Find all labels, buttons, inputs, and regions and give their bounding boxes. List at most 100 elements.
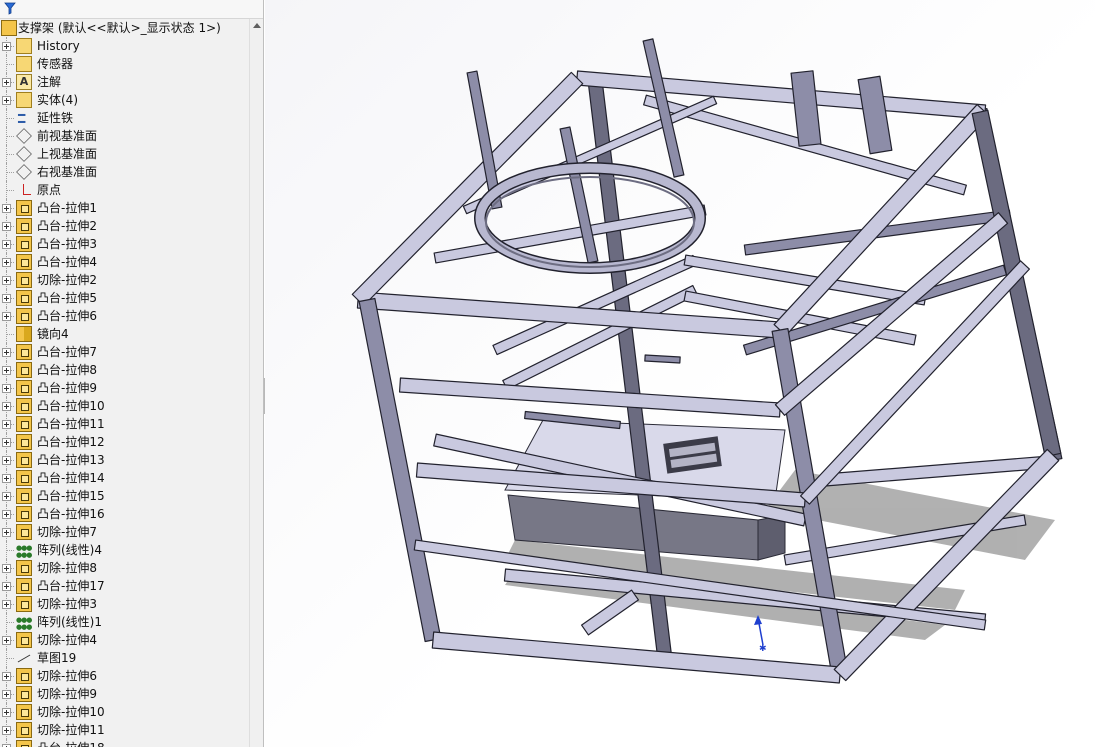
- tree-item[interactable]: 前视基准面: [0, 127, 249, 145]
- scroll-up-arrow-icon[interactable]: [253, 23, 261, 28]
- tree-item[interactable]: 凸台-拉伸10: [0, 397, 249, 415]
- tree-item[interactable]: 切除-拉伸3: [0, 595, 249, 613]
- tree-item-label: 切除-拉伸6: [37, 669, 97, 683]
- expand-plus-icon[interactable]: [2, 294, 11, 303]
- tree-item[interactable]: 凸台-拉伸3: [0, 235, 249, 253]
- tree-item-label: 凸台-拉伸8: [37, 363, 97, 377]
- tree-item[interactable]: 凸台-拉伸17: [0, 577, 249, 595]
- tree-item[interactable]: 凸台-拉伸7: [0, 343, 249, 361]
- expand-plus-icon[interactable]: [2, 726, 11, 735]
- tree-item[interactable]: 凸台-拉伸5: [0, 289, 249, 307]
- filter-icon[interactable]: [4, 2, 16, 15]
- expand-plus-icon[interactable]: [2, 348, 11, 357]
- tree-item[interactable]: 切除-拉伸10: [0, 703, 249, 721]
- expand-plus-icon[interactable]: [2, 492, 11, 501]
- tree-item[interactable]: 切除-拉伸6: [0, 667, 249, 685]
- tree-root-item[interactable]: 支撑架 (默认<<默认>_显示状态 1>): [0, 19, 249, 37]
- origin-icon: [16, 182, 32, 198]
- expand-plus-icon[interactable]: [2, 708, 11, 717]
- frame-tube: [398, 377, 782, 418]
- tree-item[interactable]: History: [0, 37, 249, 55]
- tree-item[interactable]: 阵列(线性)4: [0, 539, 249, 564]
- expand-plus-icon[interactable]: [2, 384, 11, 393]
- tree-item[interactable]: 切除-拉伸2: [0, 271, 249, 289]
- tree-item[interactable]: 凸台-拉伸4: [0, 253, 249, 271]
- expand-plus-icon[interactable]: [2, 636, 11, 645]
- tree-item[interactable]: A 注解: [0, 73, 249, 91]
- expand-plus-icon[interactable]: [2, 690, 11, 699]
- expand-plus-icon[interactable]: [2, 258, 11, 267]
- expand-plus-icon[interactable]: [2, 672, 11, 681]
- tree-item[interactable]: 凸台-拉伸16: [0, 505, 249, 523]
- expand-plus-icon[interactable]: [2, 528, 11, 537]
- expand-plus-icon[interactable]: [2, 474, 11, 483]
- tree-item[interactable]: 草图19: [0, 649, 249, 667]
- tree-item-label: 凸台-拉伸3: [37, 237, 97, 251]
- boss-extrude-icon: [16, 218, 32, 234]
- tree-item[interactable]: 阵列(线性)1: [0, 611, 249, 636]
- boss-extrude-icon: [16, 254, 32, 270]
- boss-extrude-icon: [16, 200, 32, 216]
- tree-item[interactable]: 切除-拉伸9: [0, 685, 249, 703]
- tree-item[interactable]: 凸台-拉伸1: [0, 199, 249, 217]
- tree-item[interactable]: 延性铁: [0, 106, 249, 131]
- expand-plus-icon[interactable]: [2, 312, 11, 321]
- history-icon: [16, 38, 32, 54]
- tree-item[interactable]: 右视基准面: [0, 163, 249, 181]
- expand-plus-icon[interactable]: [2, 42, 11, 51]
- tree-item-label: 凸台-拉伸1: [37, 201, 97, 215]
- tree-item[interactable]: 凸台-拉伸11: [0, 415, 249, 433]
- tree-item-label: 凸台-拉伸10: [37, 399, 105, 413]
- expand-plus-icon[interactable]: [2, 402, 11, 411]
- cut-extrude-icon: [16, 596, 32, 612]
- tree-item[interactable]: 凸台-拉伸6: [0, 307, 249, 325]
- expand-plus-icon[interactable]: [2, 420, 11, 429]
- tree-item[interactable]: 上视基准面: [0, 145, 249, 163]
- tree-item[interactable]: 传感器: [0, 55, 249, 73]
- tree-connector: [7, 658, 14, 660]
- tree-item[interactable]: 实体(4): [0, 91, 249, 109]
- tree-item[interactable]: 原点: [0, 181, 249, 199]
- expand-plus-icon[interactable]: [2, 438, 11, 447]
- tree-item[interactable]: 切除-拉伸8: [0, 559, 249, 577]
- expand-plus-icon[interactable]: [2, 276, 11, 285]
- expand-plus-icon[interactable]: [2, 456, 11, 465]
- expand-plus-icon[interactable]: [2, 78, 11, 87]
- tree-item[interactable]: 凸台-拉伸14: [0, 469, 249, 487]
- expand-plus-icon[interactable]: [2, 366, 11, 375]
- expand-plus-icon[interactable]: [2, 510, 11, 519]
- tree-item[interactable]: 凸台-拉伸8: [0, 361, 249, 379]
- plane-icon: [16, 164, 32, 180]
- graphics-viewport[interactable]: ✱: [265, 0, 1095, 747]
- tree-item[interactable]: 凸台-拉伸13: [0, 451, 249, 469]
- feature-tree: 支撑架 (默认<<默认>_显示状态 1>) History 传感器 A 注解 实体(4)…: [0, 19, 249, 747]
- tree-item-label: 凸台-拉伸18: [37, 739, 105, 747]
- tree-item[interactable]: 切除-拉伸7: [0, 523, 249, 541]
- tree-root-label: 支撑架 (默认<<默认>_显示状态 1>): [18, 21, 221, 35]
- expand-plus-icon[interactable]: [2, 96, 11, 105]
- expand-plus-icon[interactable]: [2, 222, 11, 231]
- tree-item[interactable]: 凸台-拉伸15: [0, 487, 249, 505]
- tree-item[interactable]: 凸台-拉伸18: [0, 739, 249, 747]
- tree-item[interactable]: 切除-拉伸11: [0, 721, 249, 739]
- cut-extrude-icon: [16, 704, 32, 720]
- tree-item-label: 右视基准面: [37, 165, 98, 179]
- boss-extrude-icon: [16, 398, 32, 414]
- boss-extrude-icon: [16, 740, 32, 747]
- expand-plus-icon[interactable]: [2, 600, 11, 609]
- tree-item[interactable]: 镜向4: [0, 325, 249, 343]
- boss-extrude-icon: [16, 344, 32, 360]
- tree-item[interactable]: 凸台-拉伸2: [0, 217, 249, 235]
- expand-plus-icon[interactable]: [2, 240, 11, 249]
- expand-plus-icon[interactable]: [2, 582, 11, 591]
- cut-extrude-icon: [16, 560, 32, 576]
- support-frame-model[interactable]: ✱: [265, 0, 1095, 747]
- tree-item[interactable]: 切除-拉伸4: [0, 631, 249, 649]
- expand-plus-icon[interactable]: [2, 204, 11, 213]
- tree-scrollbar[interactable]: [249, 19, 263, 747]
- expand-plus-icon[interactable]: [2, 564, 11, 573]
- tree-item[interactable]: 凸台-拉伸9: [0, 379, 249, 397]
- tree-connector: [7, 622, 14, 624]
- cut-extrude-icon: [16, 722, 32, 738]
- tree-item[interactable]: 凸台-拉伸12: [0, 433, 249, 451]
